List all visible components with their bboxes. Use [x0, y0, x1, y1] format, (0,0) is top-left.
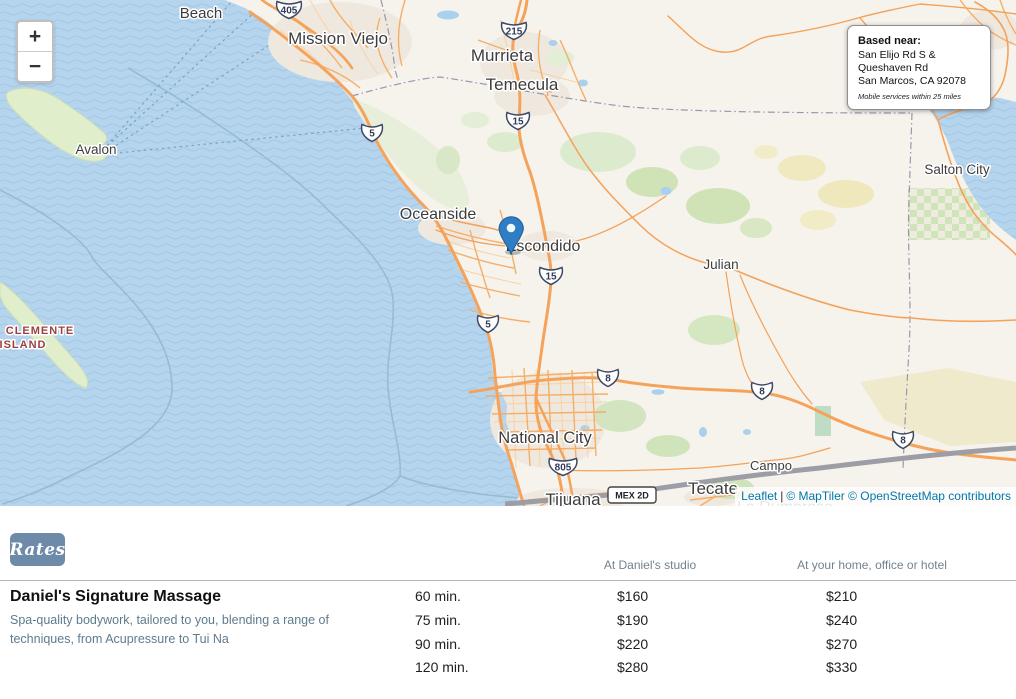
label-temecula: Temecula: [486, 75, 559, 94]
rate-duration: 90 min.: [415, 636, 461, 652]
rate-price-mobile: $240: [826, 612, 857, 628]
mex-2d-label: MEX 2D: [615, 491, 649, 501]
rates-badge: Rates: [10, 533, 65, 566]
shield-8-west: 8: [605, 374, 611, 385]
rate-price-studio: $160: [617, 588, 648, 604]
rate-price-mobile: $210: [826, 588, 857, 604]
shield-405: 405: [281, 6, 298, 17]
rate-price-mobile: $270: [826, 636, 857, 652]
label-island: ISLAND: [0, 339, 46, 351]
label-avalon: Avalon: [75, 142, 116, 157]
label-tijuana: Tijuana: [545, 490, 601, 506]
label-julian: Julian: [703, 257, 738, 272]
service-description: Spa-quality bodywork, tailored to you, b…: [10, 611, 370, 649]
maptiler-link[interactable]: © MapTiler: [786, 489, 844, 503]
zoom-out-button[interactable]: −: [18, 51, 52, 81]
rate-price-studio: $220: [617, 636, 648, 652]
service-name: Daniel's Signature Massage: [10, 588, 221, 606]
infobox-mobile-note: Mobile services within 25 miles: [858, 92, 980, 101]
shield-5-north: 5: [369, 129, 375, 140]
map-canvas[interactable]: 405 215 15 5 15 5 8 8 8 805 MEX 2D Beach…: [0, 0, 1016, 506]
column-header-studio: At Daniel's studio: [555, 558, 745, 572]
zoom-in-button[interactable]: +: [18, 22, 52, 51]
shield-15-north: 15: [512, 117, 524, 128]
rate-duration: 60 min.: [415, 588, 461, 604]
rates-section: Rates At Daniel's studio At your home, o…: [0, 506, 1016, 699]
infobox-address-line2: Queshaven Rd: [858, 62, 980, 75]
infobox-address-line3: San Marcos, CA 92078: [858, 75, 980, 88]
shield-215: 215: [506, 27, 523, 38]
shield-15-south: 15: [545, 272, 557, 283]
shield-8-mid: 8: [759, 387, 765, 398]
shield-805: 805: [555, 463, 572, 474]
shield-5-south: 5: [485, 320, 491, 331]
based-near-infobox: Based near: San Elijo Rd S & Queshaven R…: [847, 25, 991, 110]
label-salton-city: Salton City: [924, 162, 990, 177]
infobox-address-line1: San Elijo Rd S &: [858, 49, 980, 62]
rates-divider: [0, 580, 1016, 581]
label-national-city: National City: [498, 429, 592, 447]
label-clemente: CLEMENTE: [6, 325, 75, 337]
rate-duration: 120 min.: [415, 659, 469, 675]
label-oceanside: Oceanside: [400, 206, 477, 223]
infobox-heading: Based near:: [858, 35, 980, 47]
shield-mex-2d: MEX 2D: [608, 487, 656, 503]
label-murrieta: Murrieta: [471, 46, 534, 65]
rate-price-studio: $280: [617, 659, 648, 675]
label-beach: Beach: [180, 5, 223, 22]
rate-price-mobile: $330: [826, 659, 857, 675]
map-attribution: Leaflet|© MapTiler © OpenStreetMap contr…: [735, 487, 1016, 506]
leaflet-link[interactable]: Leaflet: [741, 489, 777, 503]
zoom-control: + −: [16, 20, 54, 83]
label-mission-viejo: Mission Viejo: [288, 29, 388, 48]
label-campo: Campo: [750, 458, 792, 473]
rate-duration: 75 min.: [415, 612, 461, 628]
label-tecate: Tecate: [688, 479, 738, 498]
osm-link[interactable]: © OpenStreetMap contributors: [848, 489, 1011, 503]
attribution-separator: |: [780, 489, 783, 503]
rate-price-studio: $190: [617, 612, 648, 628]
shield-8-east: 8: [900, 436, 906, 447]
column-header-mobile: At your home, office or hotel: [767, 558, 977, 572]
